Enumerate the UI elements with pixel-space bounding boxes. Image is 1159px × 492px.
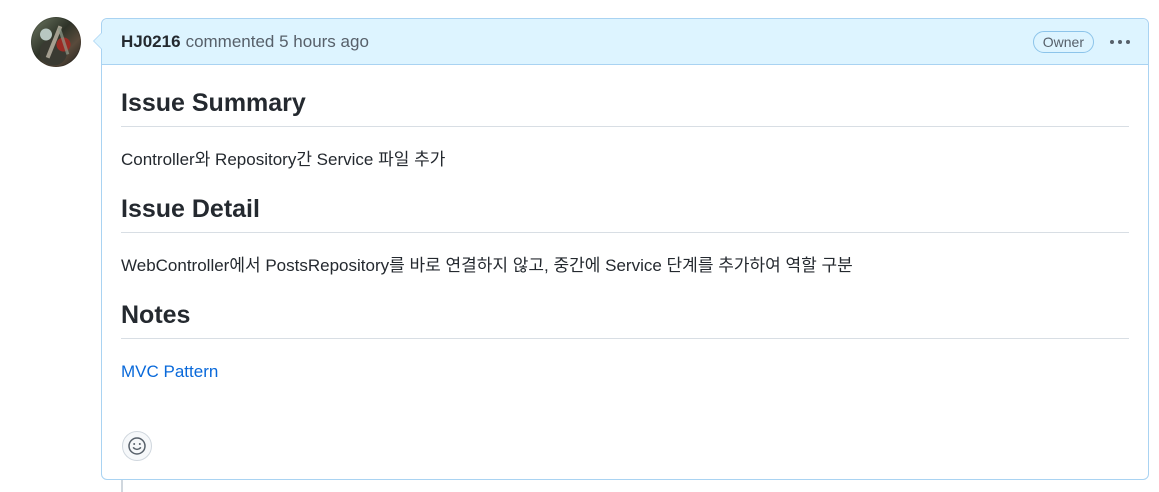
notes-paragraph: MVC Pattern xyxy=(121,361,1129,383)
add-reaction-button[interactable] xyxy=(122,431,152,461)
section-text-detail: WebController에서 PostsRepository를 바로 연결하지… xyxy=(121,256,853,275)
kebab-horizontal-icon[interactable] xyxy=(1108,36,1132,48)
section-text-summary: Controller와 Repository간 Service 파일 추가 xyxy=(121,150,446,169)
section-heading-notes: Notes xyxy=(121,301,1129,339)
comment-timestamp[interactable]: commented 5 hours ago xyxy=(186,32,369,52)
comment-author-link[interactable]: HJ0216 xyxy=(121,32,181,52)
issue-comment: HJ0216 commented 5 hours ago Owner Issue… xyxy=(93,18,1149,480)
comment-body: Issue Summary Controller와 Repository간 Se… xyxy=(102,89,1148,383)
author-avatar[interactable] xyxy=(31,17,81,67)
section-heading-summary: Issue Summary xyxy=(121,89,1129,127)
owner-badge: Owner xyxy=(1032,30,1094,53)
section-heading-detail: Issue Detail xyxy=(121,195,1129,233)
mvc-pattern-link[interactable]: MVC Pattern xyxy=(121,362,218,381)
timeline-connector xyxy=(121,480,123,492)
comment-header: HJ0216 commented 5 hours ago Owner xyxy=(102,19,1148,65)
smiley-icon xyxy=(128,437,146,455)
